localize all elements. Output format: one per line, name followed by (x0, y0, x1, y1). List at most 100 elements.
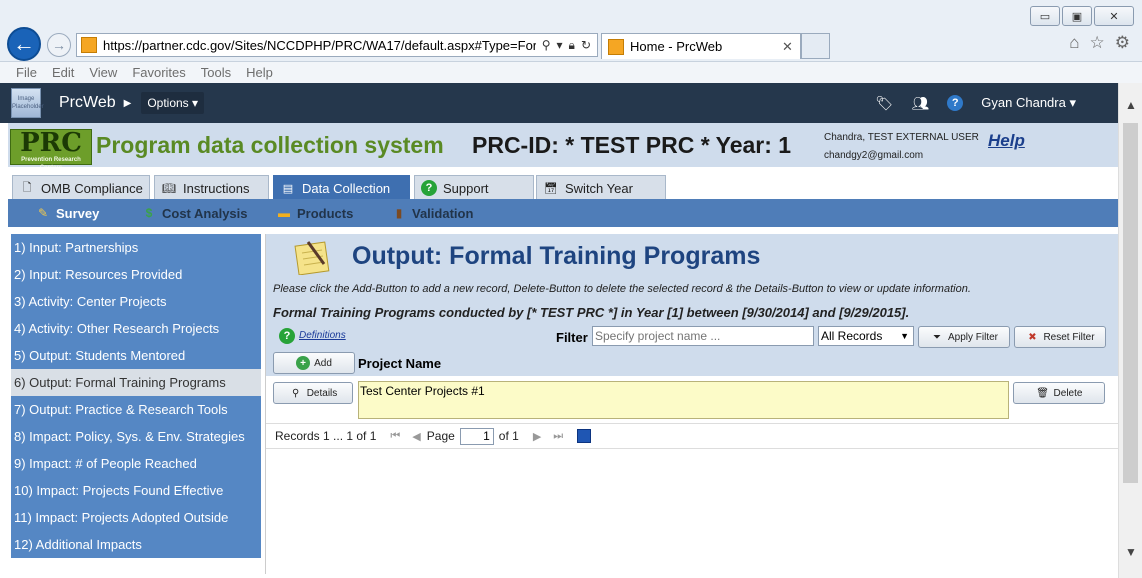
apply-filter-button[interactable]: ⏷ Apply Filter (918, 326, 1010, 348)
menu-help[interactable]: Help (246, 65, 273, 80)
next-page-icon[interactable]: ▶ (533, 430, 541, 443)
scroll-down-icon[interactable]: ▼ (1119, 542, 1142, 562)
subnav-survey[interactable]: ✎ Survey (36, 206, 99, 221)
sidebar-item-additional-impacts[interactable]: 12) Additional Impacts (11, 531, 261, 558)
dropdown-arrow-icon[interactable]: ▾ (557, 38, 563, 53)
pager: Records 1 ... 1 of 1 ⏮ ◀ Page of 1 ▶ ⏭ (266, 423, 1118, 449)
page-label: Page (426, 429, 455, 443)
scroll-thumb[interactable] (1123, 123, 1138, 483)
top-navbar: Image Placeholder PrcWeb ▶ Options ▾ 🏷︎ … (0, 83, 1118, 123)
sidebar-item-partnerships[interactable]: 1) Input: Partnerships (11, 234, 261, 261)
new-tab-button[interactable] (801, 33, 830, 59)
refresh-icon[interactable]: ↻ (581, 38, 591, 53)
subnav-cost-analysis[interactable]: $ Cost Analysis (142, 206, 248, 221)
notepad-icon (294, 241, 330, 275)
pencil-icon: ✎ (37, 206, 49, 220)
close-window-button[interactable]: ✕ (1094, 6, 1134, 26)
sidebar-item-training-programs[interactable]: 6) Output: Formal Training Programs (11, 369, 261, 396)
help-link[interactable]: Help (988, 131, 1025, 151)
column-header-project-name: Project Name (358, 356, 442, 371)
folder-icon: ▬ (278, 206, 290, 220)
book-icon: 📖︎ (162, 182, 176, 195)
page-title: Output: Formal Training Programs (352, 242, 761, 270)
browser-tab[interactable]: Home - PrcWeb ✕ (601, 33, 801, 59)
sidebar-item-policy[interactable]: 8) Impact: Policy, Sys. & Env. Strategie… (11, 423, 261, 450)
search-icon[interactable]: ⚲ (542, 38, 551, 53)
filter-input[interactable] (592, 326, 814, 346)
table-row: ⚲ Details Test Center Projects #1 🗑︎ Del… (266, 376, 1118, 423)
first-page-icon[interactable]: ⏮ (390, 430, 400, 443)
menu-file[interactable]: File (16, 65, 37, 80)
home-icon[interactable]: ⌂ (1069, 33, 1079, 53)
dollar-icon: $ (145, 206, 153, 220)
app-logo[interactable]: Image Placeholder (11, 88, 44, 118)
tag-icon[interactable]: 🏷︎ (875, 94, 893, 112)
url-text[interactable]: https://partner.cdc.gov/Sites/NCCDPHP/PR… (103, 38, 536, 53)
maximize-button[interactable]: ▣ (1062, 6, 1092, 26)
scroll-up-icon[interactable]: ▲ (1119, 95, 1142, 115)
page-scrollbar[interactable]: ▲ ▼ (1118, 83, 1142, 578)
last-page-icon[interactable]: ⏭ (553, 430, 563, 443)
address-bar[interactable]: https://partner.cdc.gov/Sites/NCCDPHP/PR… (76, 33, 598, 57)
user-menu[interactable]: Gyan Chandra ▾ (981, 95, 1076, 111)
menu-edit[interactable]: Edit (52, 65, 74, 80)
site-favicon-icon (81, 37, 97, 53)
browser-chrome: ▭ ▣ ✕ ← → https://partner.cdc.gov/Sites/… (0, 0, 1142, 83)
back-button[interactable]: ← (7, 27, 41, 61)
add-button[interactable]: + Add (273, 352, 355, 374)
menu-view[interactable]: View (89, 65, 117, 80)
lock-icon[interactable]: 🔒︎ (569, 38, 575, 53)
form-panel: Output: Formal Training Programs Please … (266, 234, 1118, 376)
sidebar-item-adopted-outside[interactable]: 11) Impact: Projects Adopted Outside (11, 504, 261, 531)
prev-page-icon[interactable]: ◀ (412, 430, 420, 443)
app-name[interactable]: PrcWeb (59, 94, 116, 112)
options-menu[interactable]: Options ▾ (141, 92, 205, 114)
main-content: Output: Formal Training Programs Please … (266, 234, 1118, 578)
project-name-cell[interactable]: Test Center Projects #1 (358, 381, 1009, 419)
question-icon: ? (421, 180, 437, 196)
sidebar-item-people-reached[interactable]: 9) Impact: # of People Reached (11, 450, 261, 477)
reset-filter-button[interactable]: ✖ Reset Filter (1014, 326, 1106, 348)
page-of-label: of 1 (498, 429, 519, 443)
page-input[interactable] (459, 427, 494, 445)
definitions-link[interactable]: Definitions (299, 330, 346, 341)
sidebar-item-students-mentored[interactable]: 5) Output: Students Mentored (11, 342, 261, 369)
forward-button[interactable]: → (47, 33, 71, 57)
sidebar-item-center-projects[interactable]: 3) Activity: Center Projects (11, 288, 261, 315)
help-icon[interactable]: ? (947, 95, 964, 111)
menu-tools[interactable]: Tools (201, 65, 231, 80)
close-tab-icon[interactable]: ✕ (782, 39, 800, 55)
sidebar-item-other-research[interactable]: 4) Activity: Other Research Projects (11, 315, 261, 342)
tab-data-collection[interactable]: ▤ Data Collection (273, 175, 410, 200)
page-header: PRC Prevention Research Centers Program … (8, 123, 1118, 171)
definitions-help-icon[interactable]: ? (279, 328, 295, 344)
favorites-star-icon[interactable]: ☆ (1090, 33, 1105, 53)
delete-button[interactable]: 🗑︎ Delete (1013, 382, 1105, 404)
tab-title: Home - PrcWeb (630, 39, 723, 54)
instructions-text: Please click the Add-Button to add a new… (273, 283, 971, 295)
subnav-validation[interactable]: ▮ Validation (392, 206, 474, 221)
reset-filter-icon: ✖ (1028, 331, 1037, 343)
section-subtitle: Formal Training Programs conducted by [*… (273, 305, 910, 320)
tab-switch-year[interactable]: 📅︎ Switch Year (536, 175, 666, 200)
menu-favorites[interactable]: Favorites (132, 65, 185, 80)
sidebar-item-resources[interactable]: 2) Input: Resources Provided (11, 261, 261, 288)
menu-bar: File Edit View Favorites Tools Help (0, 61, 1142, 83)
filter-label: Filter (556, 330, 588, 345)
save-icon[interactable] (577, 429, 592, 443)
details-button[interactable]: ⚲ Details (273, 382, 353, 404)
filter-select[interactable]: All Records ▼ (818, 326, 914, 346)
sidebar-item-found-effective[interactable]: 10) Impact: Projects Found Effective (11, 477, 261, 504)
tab-support[interactable]: ? Support (414, 175, 534, 200)
form-icon: ▤ (282, 182, 294, 195)
calendar-icon: 📅︎ (544, 182, 558, 195)
tab-instructions[interactable]: 📖︎ Instructions (154, 175, 269, 200)
tab-omb-compliance[interactable]: 🗋 OMB Compliance (12, 175, 150, 200)
minimize-button[interactable]: ▭ (1030, 6, 1060, 26)
subnav-products[interactable]: ▬ Products (277, 206, 353, 221)
users-icon[interactable]: 👥︎ (911, 94, 929, 112)
sub-navbar: ✎ Survey $ Cost Analysis ▬ Products ▮ Va… (8, 199, 1118, 227)
settings-gear-icon[interactable]: ⚙ (1115, 33, 1130, 53)
sidebar-item-practice-tools[interactable]: 7) Output: Practice & Research Tools (11, 396, 261, 423)
window-controls: ▭ ▣ ✕ (1030, 6, 1134, 26)
